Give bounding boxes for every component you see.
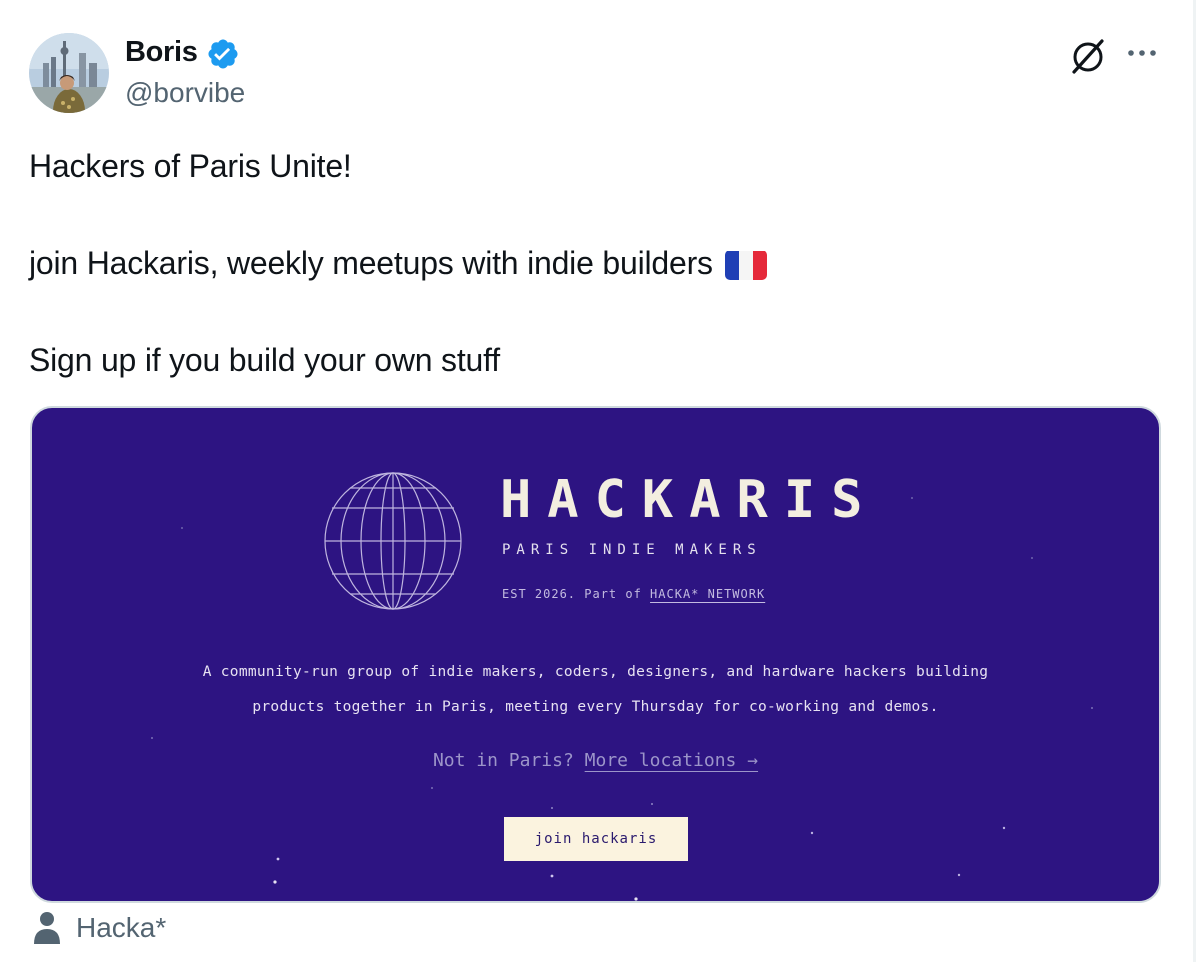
more-icon[interactable] bbox=[1124, 38, 1160, 68]
tweet-text-line-2: join Hackaris, weekly meetups with indie… bbox=[29, 243, 767, 283]
more-locations-link[interactable]: More locations → bbox=[585, 750, 758, 771]
media-card[interactable]: HACKARIS PARIS INDIE MAKERS EST 2026. Pa… bbox=[30, 406, 1161, 903]
globe-icon bbox=[324, 472, 462, 610]
author-handle[interactable]: @borvibe bbox=[125, 77, 245, 109]
avatar-photo bbox=[29, 33, 109, 113]
tweet-text-line-3: Sign up if you build your own stuff bbox=[29, 342, 500, 378]
card-source-label[interactable]: Hacka* bbox=[76, 912, 166, 944]
tweet-text-line-2-text: join Hackaris, weekly meetups with indie… bbox=[29, 245, 713, 281]
tweet-text-line-1: Hackers of Paris Unite! bbox=[29, 148, 352, 184]
card-description-line-1: A community-run group of indie makers, c… bbox=[202, 664, 989, 680]
card-title: HACKARIS bbox=[500, 470, 879, 530]
card-est-prefix: EST 2026. Part of bbox=[502, 587, 651, 601]
join-hackaris-button[interactable]: join hackaris bbox=[504, 817, 688, 861]
verified-badge-icon[interactable] bbox=[206, 37, 240, 71]
person-icon bbox=[32, 911, 62, 945]
french-flag-icon bbox=[724, 250, 767, 280]
card-description-line-2: products together in Paris, meeting ever… bbox=[252, 699, 939, 715]
grok-icon[interactable] bbox=[1068, 36, 1108, 76]
card-est-line: EST 2026. Part of HACKA* NETWORK bbox=[502, 587, 765, 601]
avatar[interactable] bbox=[29, 33, 109, 113]
card-subtitle: PARIS INDIE MAKERS bbox=[502, 542, 762, 558]
locations-line: Not in Paris? More locations → bbox=[32, 750, 1159, 771]
author-display-name[interactable]: Boris bbox=[125, 36, 198, 69]
network-link[interactable]: HACKA* NETWORK bbox=[650, 587, 765, 601]
locations-prefix: Not in Paris? bbox=[432, 750, 585, 771]
